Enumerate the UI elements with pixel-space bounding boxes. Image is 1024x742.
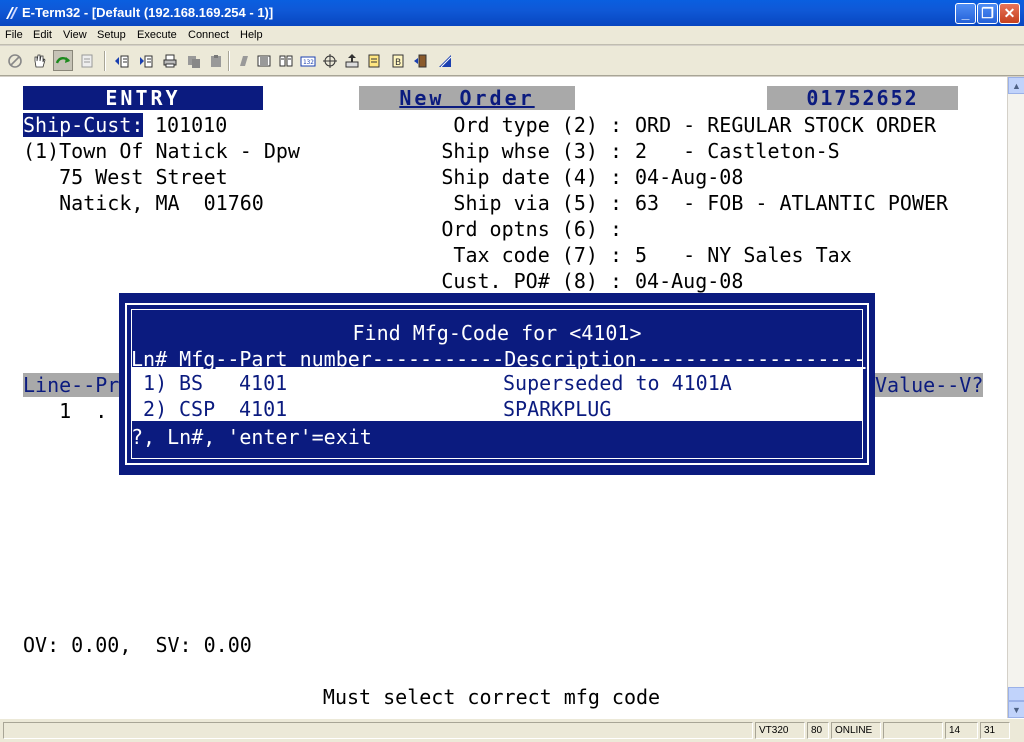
tax-code-value: 5 - NY Sales Tax xyxy=(635,243,852,267)
dialog-prompt: ?, Ln#, 'enter'=exit xyxy=(131,425,372,449)
printer-icon[interactable] xyxy=(160,50,180,71)
part-description: SPARKPLUG xyxy=(503,397,612,421)
order-number: 01752652 xyxy=(767,86,958,110)
ord-optns-label: Ord optns (6) : xyxy=(441,217,622,241)
emulation-status: VT320 xyxy=(755,722,805,739)
status-panel-empty xyxy=(883,722,943,739)
script-icon[interactable] xyxy=(364,50,384,71)
scroll-thumb[interactable] xyxy=(1008,687,1024,701)
status-panel-blank xyxy=(3,722,753,739)
dialog-column-header: Ln# Mfg--Part_number-----------Descripti… xyxy=(131,347,866,371)
ship-via-value: 63 - FOB - ATLANTIC POWER xyxy=(635,191,949,215)
ship-date-label: Ship date (4) : xyxy=(441,165,622,189)
ship-via-label: Ship via (5) : xyxy=(453,191,622,215)
terminal-screen[interactable]: ENTRY New Order 01752652 Ship-Cust: 1010… xyxy=(0,77,1007,718)
minimize-button[interactable]: _ xyxy=(955,3,976,24)
ship-date-value: 04-Aug-08 xyxy=(635,165,744,189)
title-bar[interactable]: E-Term32 - [Default (192.168.169.254 - 1… xyxy=(0,0,1024,26)
toolbar: 132 B xyxy=(0,46,1024,76)
svg-text:B: B xyxy=(395,58,401,68)
mouse-icon[interactable] xyxy=(320,50,340,71)
exit-door-icon[interactable] xyxy=(411,50,431,71)
macro-icon[interactable]: B xyxy=(388,50,408,71)
scroll-up-icon[interactable]: ▲ xyxy=(1008,77,1024,94)
lines-header-right: Value--V? xyxy=(875,373,984,397)
app-icon[interactable] xyxy=(4,5,20,21)
tax-code-label: Tax code (7) : xyxy=(453,243,622,267)
mfg-row-1[interactable]: 1) BS 4101 Superseded to 4101A xyxy=(131,369,863,395)
ship-cust-code[interactable]: 101010 xyxy=(155,113,227,137)
cursor-row: 14 xyxy=(945,722,978,739)
print-screen-icon[interactable] xyxy=(77,50,97,71)
status-message: Must select correct mfg code xyxy=(322,685,661,709)
customer-street: 75 West Street xyxy=(23,165,228,189)
status-bar: VT320 80 ONLINE 14 31 xyxy=(0,718,1024,742)
capture-icon[interactable] xyxy=(254,50,274,71)
lines-header-left: Line--Pr xyxy=(23,373,120,397)
menu-file[interactable]: File xyxy=(5,29,23,41)
row-number: 2) xyxy=(131,397,168,421)
send-file-icon[interactable] xyxy=(112,50,132,71)
mfg-code-list: 1) BS 4101 Superseded to 4101A 2) CSP 41… xyxy=(131,369,863,421)
hand-icon[interactable] xyxy=(29,50,49,71)
part-description: Superseded to 4101A xyxy=(503,371,732,395)
new-order-label: New Order xyxy=(359,86,575,110)
ship-cust-label: Ship-Cust: xyxy=(23,113,144,137)
columns-status: 80 xyxy=(807,722,829,739)
scroll-down-icon[interactable]: ▼ xyxy=(1008,701,1024,718)
restore-button[interactable]: ❐ xyxy=(977,3,998,24)
ship-whse-value: 2 - Castleton-S xyxy=(635,139,840,163)
close-button[interactable]: ✕ xyxy=(999,3,1020,24)
menu-execute[interactable]: Execute xyxy=(137,29,177,41)
svg-text:132: 132 xyxy=(303,59,314,66)
customer-name: (1)Town Of Natick - Dpw xyxy=(23,139,300,163)
vertical-scrollbar[interactable]: ▲ ▼ xyxy=(1007,77,1024,718)
paste-icon[interactable] xyxy=(206,50,226,71)
part-number: 4101 xyxy=(239,397,288,421)
menu-view[interactable]: View xyxy=(63,29,87,41)
connection-status: ONLINE xyxy=(831,722,881,739)
order-totals: OV: 0.00, SV: 0.00 xyxy=(23,633,252,657)
menu-setup[interactable]: Setup xyxy=(97,29,126,41)
menu-help[interactable]: Help xyxy=(240,29,263,41)
cust-po-value: 04-Aug-08 xyxy=(635,269,744,293)
menu-edit[interactable]: Edit xyxy=(33,29,52,41)
copy-icon[interactable] xyxy=(184,50,204,71)
keyboard-icon[interactable]: 132 xyxy=(298,50,318,71)
row-number: 1) xyxy=(131,371,168,395)
find-mfg-code-dialog[interactable]: Find Mfg-Code for <4101> Ln# Mfg--Part_n… xyxy=(119,293,875,475)
cust-po-label: Cust. PO# (8) : xyxy=(441,269,622,293)
clear-icon[interactable] xyxy=(234,50,254,71)
connect-icon[interactable] xyxy=(53,50,73,71)
line-row-1: 1 . xyxy=(35,399,108,423)
ship-whse-label: Ship whse (3) : xyxy=(441,139,622,163)
customer-city: Natick, MA 01760 xyxy=(23,191,264,215)
menu-connect[interactable]: Connect xyxy=(188,29,229,41)
ord-type-value: ORD - REGULAR STOCK ORDER xyxy=(635,113,937,137)
log-icon[interactable] xyxy=(276,50,296,71)
ord-type-label: Ord type (2) : xyxy=(453,113,622,137)
mfg-row-2[interactable]: 2) CSP 4101 SPARKPLUG xyxy=(131,395,863,421)
disconnect-icon[interactable] xyxy=(5,50,25,71)
settings-icon[interactable] xyxy=(435,50,455,71)
window-title: E-Term32 - [Default (192.168.169.254 - 1… xyxy=(22,5,274,20)
entry-mode-label: ENTRY xyxy=(23,86,263,110)
ftp-icon[interactable] xyxy=(342,50,362,71)
menu-bar: File Edit View Setup Execute Connect Hel… xyxy=(0,26,1024,45)
receive-file-icon[interactable] xyxy=(136,50,156,71)
cursor-col: 31 xyxy=(980,722,1010,739)
dialog-title: Find Mfg-Code for <4101> xyxy=(352,321,642,345)
mfg-code: CSP xyxy=(179,397,216,421)
part-number: 4101 xyxy=(239,371,288,395)
mfg-code: BS xyxy=(179,371,204,395)
